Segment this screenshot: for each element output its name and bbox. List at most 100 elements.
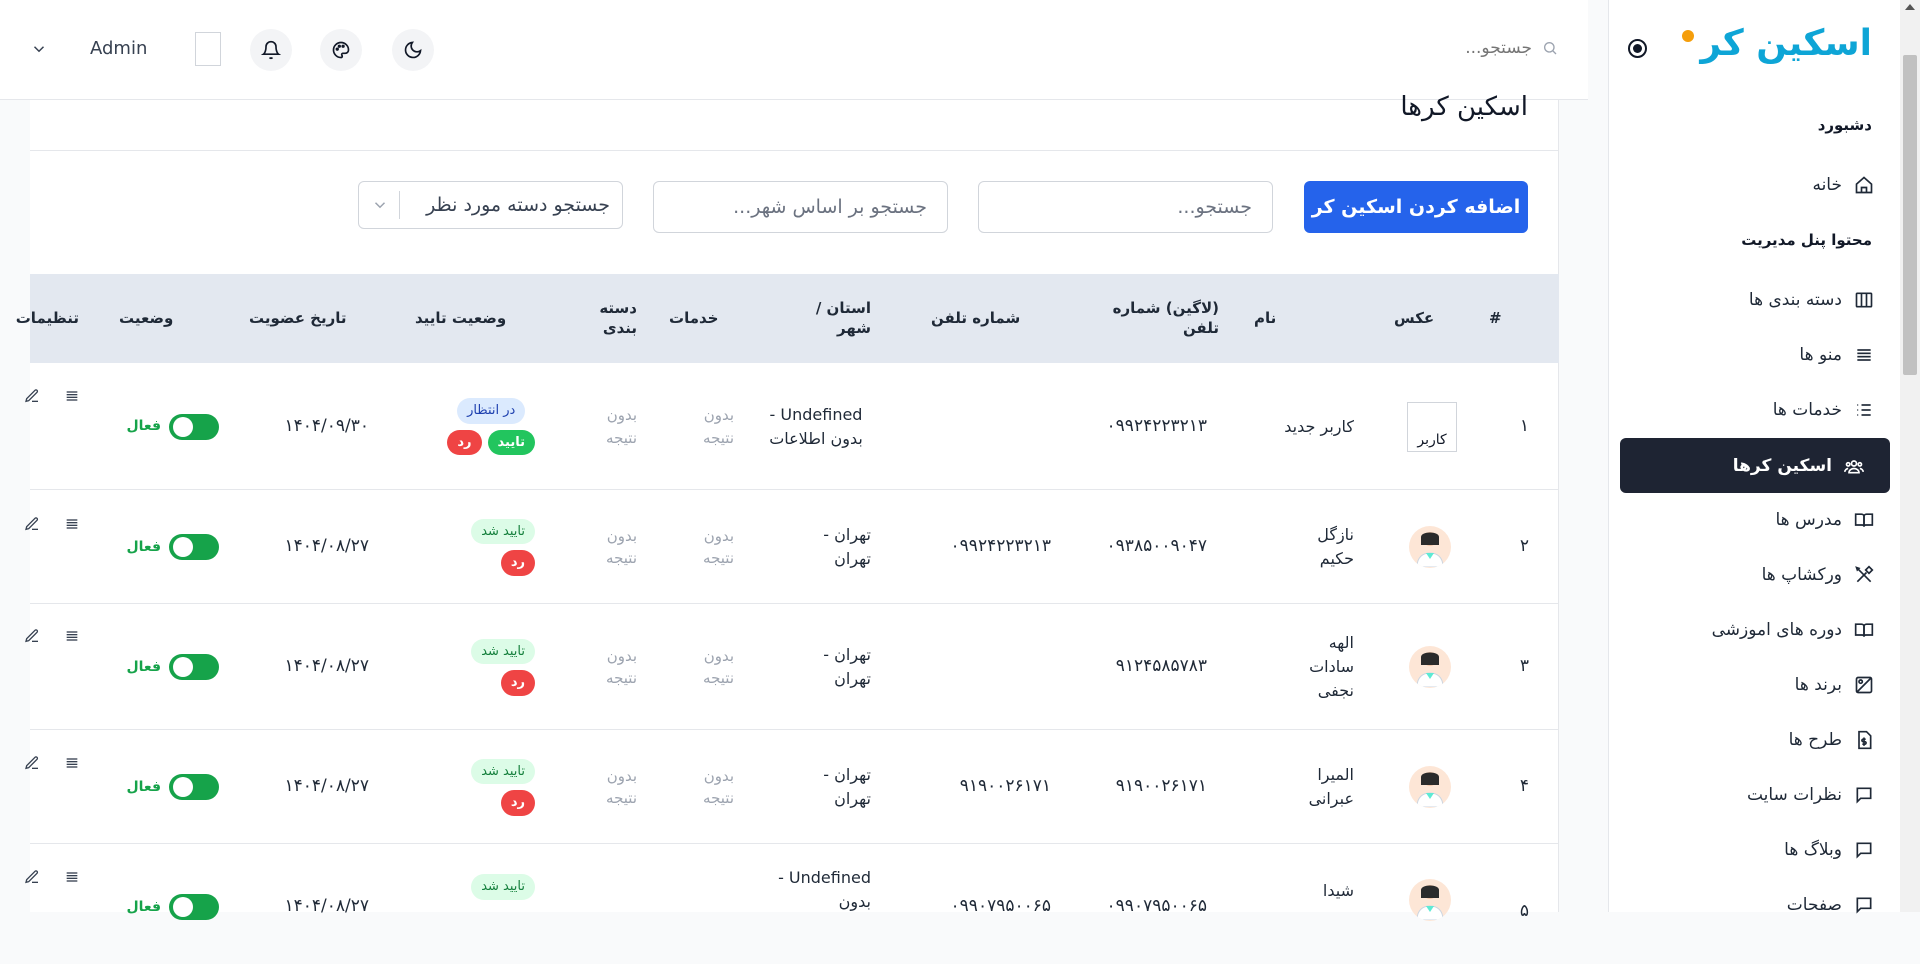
sidebar-item-blogs[interactable]: وبلاگ ها: [1630, 822, 1900, 877]
sidebar-item-menus[interactable]: منو ها: [1630, 327, 1900, 382]
reject-button[interactable]: رد: [447, 429, 482, 455]
edit-icon[interactable]: [24, 869, 40, 885]
scroll-up-arrow[interactable]: [1905, 4, 1915, 10]
city-search-field[interactable]: [653, 181, 948, 233]
sidebar-toggle-icon[interactable]: [1628, 39, 1647, 58]
status-toggle[interactable]: [169, 413, 219, 440]
sidebar-item-label: خانه: [1812, 174, 1842, 195]
sidebar-item-home[interactable]: خانه: [1630, 157, 1900, 212]
cell-province-city: تهران - تهران: [823, 645, 871, 688]
search-field[interactable]: [978, 181, 1273, 233]
reject-button[interactable]: رد: [500, 550, 535, 576]
edit-icon[interactable]: [24, 388, 40, 404]
cell-join-date: ۱۴۰۴/۰۹/۳۰: [284, 415, 369, 436]
sidebar-item-plans[interactable]: طرح ها: [1630, 712, 1900, 767]
cell-services: بدون نتیجه: [703, 406, 734, 447]
page-scrollbar[interactable]: [1900, 0, 1920, 912]
brand-logo[interactable]: اسکین کر: [1682, 26, 1872, 62]
top-search[interactable]: [1432, 38, 1558, 58]
doctor-avatar-icon: [1416, 885, 1444, 920]
cell-status: فعال: [127, 894, 219, 920]
add-skincarer-button[interactable]: اضافه کردن اسکین کر: [1304, 181, 1528, 233]
th-name: نام: [1254, 308, 1277, 327]
edit-icon[interactable]: [24, 628, 40, 644]
brand-icon: [1854, 675, 1874, 695]
cell-services: بدون نتیجه: [703, 766, 734, 808]
divider: [30, 150, 1558, 151]
sidebar-item-brands[interactable]: برند ها: [1630, 657, 1900, 712]
th-photo: عکس: [1394, 308, 1435, 327]
cell-approval: تایید شد رد: [471, 490, 535, 604]
sidebar-item-label: نظرات سایت: [1746, 784, 1842, 805]
sidebar-item-workshops[interactable]: ورکشاپ ها: [1630, 547, 1900, 602]
user-avatar[interactable]: [195, 32, 221, 66]
menu-icon[interactable]: [64, 755, 80, 771]
theme-palette-button[interactable]: [320, 29, 362, 71]
select-separator: [399, 191, 400, 219]
sidebar-item-pages[interactable]: صفحات: [1630, 877, 1900, 932]
section-content: محتوا پنل مدیریت: [1741, 231, 1872, 249]
cell-login-phone: ۹۱۹۰۰۲۶۱۷۱: [1115, 776, 1207, 797]
cell-index: ۴: [1519, 776, 1529, 797]
doctor-avatar-icon: [1416, 772, 1444, 807]
sidebar-item-label: منو ها: [1799, 344, 1842, 365]
notifications-button[interactable]: [250, 29, 292, 71]
edit-icon[interactable]: [24, 516, 40, 532]
user-avatar: [1409, 766, 1451, 808]
category-select-value: جستجو دسته مورد نظر: [426, 194, 610, 216]
table-header: # عکس نام (لاگین) شماره تلفن شماره تلفن …: [16, 274, 1559, 363]
cell-join-date: ۱۴۰۴/۰۸/۲۷: [284, 656, 369, 677]
cell-category: بدون نتیجه: [606, 526, 637, 568]
cell-login-phone: ۰۹۹۰۷۹۵۰۰۶۵: [1106, 896, 1207, 916]
menu-icon[interactable]: [64, 869, 80, 885]
city-search-input[interactable]: [684, 196, 927, 218]
category-select[interactable]: جستجو دسته مورد نظر: [358, 181, 623, 229]
edit-icon[interactable]: [24, 755, 40, 771]
search-input[interactable]: [1009, 196, 1252, 218]
sidebar-item-label: خدمات ها: [1772, 399, 1842, 420]
dark-mode-button[interactable]: [392, 29, 434, 71]
approve-button[interactable]: تایید: [487, 429, 535, 455]
approved-badge: تایید شد: [471, 758, 535, 784]
user-name[interactable]: Admin: [90, 38, 147, 59]
cell-index: ۳: [1519, 656, 1529, 677]
section-dashboard: دشبورد: [1817, 116, 1872, 134]
status-toggle[interactable]: [169, 894, 219, 920]
sidebar-item-skincarers[interactable]: اسکین کرها: [1620, 438, 1890, 493]
cell-join-date: ۱۴۰۴/۰۸/۲۷: [284, 536, 369, 557]
status-label: فعال: [126, 658, 161, 675]
status-label: فعال: [126, 898, 161, 915]
menu-icon[interactable]: [64, 388, 80, 404]
cell-name: نازگل حکیم: [1317, 525, 1354, 568]
cell-approval: در انتظار تایید رد: [447, 363, 535, 490]
th-status: وضعیت: [119, 308, 174, 327]
menu-icon: [1854, 345, 1874, 365]
cell-name: کاربر جدید: [1284, 416, 1354, 436]
sidebar-item-courses[interactable]: دوره های اموزشی: [1630, 602, 1900, 657]
sidebar-item-services[interactable]: خدمات ها: [1630, 382, 1900, 437]
chevron-down-icon[interactable]: [30, 40, 48, 58]
cell-services: بدون نتیجه: [703, 526, 734, 568]
user-avatar: [1409, 879, 1451, 921]
tools-icon: [1854, 564, 1874, 585]
sidebar-item-instructors[interactable]: مدرس ها: [1630, 492, 1900, 547]
status-toggle[interactable]: [169, 774, 219, 800]
sidebar-item-label: اسکین کرها: [1732, 455, 1832, 476]
status-toggle[interactable]: [169, 534, 219, 560]
sidebar-item-site-reviews[interactable]: نظرات سایت: [1630, 767, 1900, 822]
top-search-input[interactable]: [1432, 38, 1532, 58]
page-title: اسکین کرها: [1400, 92, 1528, 122]
sidebar-item-categories[interactable]: دسته بندی ها: [1630, 272, 1900, 327]
reject-button[interactable]: رد: [500, 790, 535, 816]
status-toggle[interactable]: [169, 654, 219, 680]
user-avatar: [1409, 646, 1451, 688]
cell-category: بدون نتیجه: [606, 646, 637, 688]
sidebar-item-label: طرح ها: [1788, 729, 1842, 750]
cell-name: شیدا: [1322, 881, 1354, 900]
cell-approval: تایید شد: [471, 874, 535, 900]
cell-province-city: تهران - تهران: [823, 525, 871, 568]
scroll-thumb[interactable]: [1903, 55, 1917, 375]
menu-icon[interactable]: [64, 516, 80, 532]
menu-icon[interactable]: [64, 628, 80, 644]
reject-button[interactable]: رد: [500, 670, 535, 696]
